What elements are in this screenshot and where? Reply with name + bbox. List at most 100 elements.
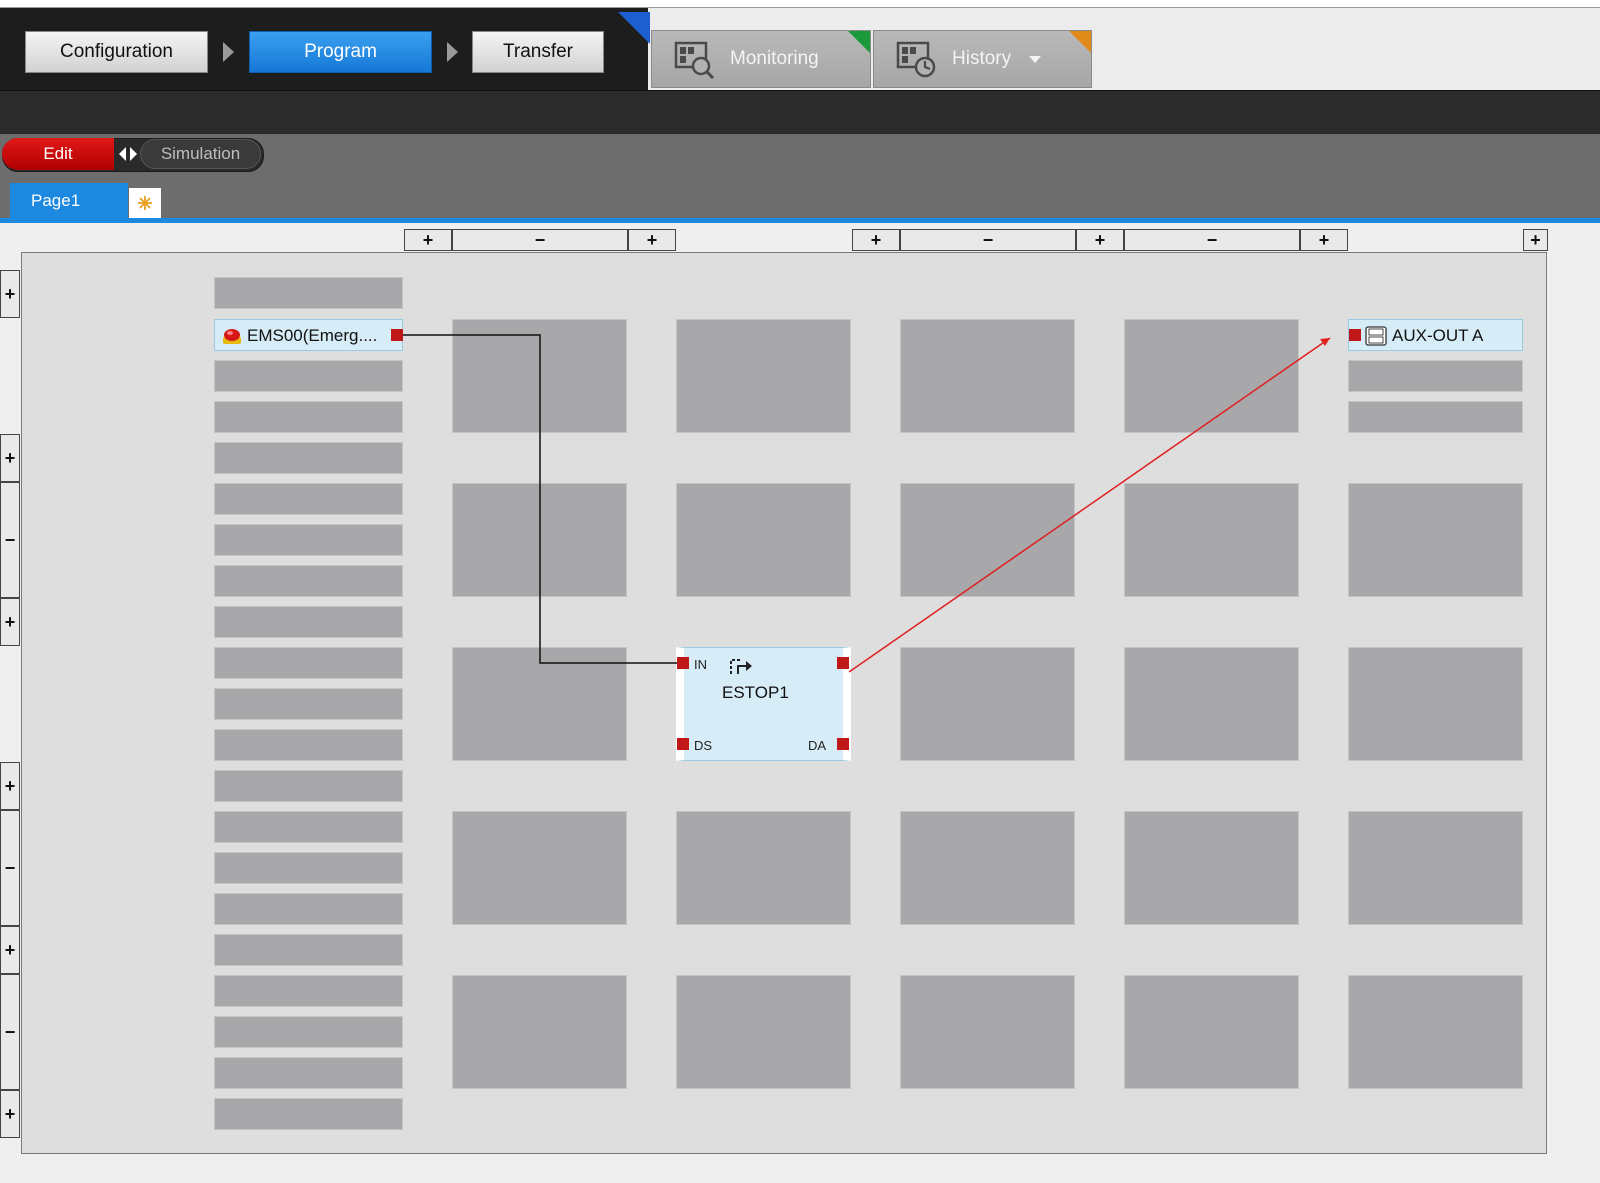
function-slot[interactable] (1348, 975, 1523, 1089)
add-row-button[interactable]: + (0, 598, 20, 646)
remove-row-button[interactable]: − (0, 974, 20, 1090)
edit-mode-button[interactable]: Edit (2, 138, 114, 170)
function-slot[interactable] (676, 811, 851, 925)
input-slot[interactable] (214, 934, 403, 966)
add-row-button[interactable]: + (0, 926, 20, 974)
swap-mode-icon[interactable] (117, 143, 139, 165)
toolbar (0, 90, 1600, 135)
input-block-ems00[interactable]: EMS00(Emerg.... (214, 319, 403, 351)
input-slot[interactable] (214, 442, 403, 474)
monitoring-icon (674, 41, 715, 79)
step-arrow-icon (447, 42, 458, 62)
function-slot[interactable] (900, 647, 1075, 761)
add-row-button[interactable]: + (0, 762, 20, 810)
step-program-button[interactable]: Program (249, 31, 432, 73)
add-row-button[interactable]: + (0, 1090, 20, 1138)
input-slot[interactable] (214, 688, 403, 720)
tab-monitoring-label: Monitoring (730, 48, 819, 69)
add-column-button[interactable]: + (404, 229, 452, 251)
function-slot[interactable] (452, 647, 627, 761)
input-slot[interactable] (214, 770, 403, 802)
function-slot[interactable] (452, 811, 627, 925)
function-slot[interactable] (900, 319, 1075, 433)
add-column-button[interactable]: + (1076, 229, 1124, 251)
tab-page1[interactable]: Page1 (10, 183, 128, 219)
function-slot[interactable] (900, 483, 1075, 597)
tab-monitoring[interactable]: Monitoring (651, 30, 871, 88)
simulation-mode-button[interactable]: Simulation (140, 139, 261, 169)
input-slot[interactable] (214, 524, 403, 556)
function-slot[interactable] (676, 483, 851, 597)
step-transfer-button[interactable]: Transfer (472, 31, 604, 73)
function-slot[interactable] (900, 811, 1075, 925)
add-row-button[interactable]: + (0, 434, 20, 482)
add-column-button[interactable]: + (1523, 229, 1548, 251)
add-row-button[interactable]: + (0, 270, 20, 318)
add-column-button[interactable]: + (628, 229, 676, 251)
function-block-label: ESTOP1 (722, 683, 789, 702)
input-slot[interactable] (214, 811, 403, 843)
function-slot[interactable] (452, 483, 627, 597)
port-label-in: IN (694, 657, 707, 672)
step-arrow-icon (223, 42, 234, 62)
function-input-port-ds[interactable] (677, 738, 689, 750)
chevron-down-icon[interactable] (1029, 55, 1042, 63)
function-block-estop1[interactable]: IN ESTOP1 DS DA (676, 647, 851, 761)
add-page-icon (138, 196, 152, 210)
function-output-port-da[interactable] (837, 738, 849, 750)
input-slot[interactable] (214, 483, 403, 515)
remove-column-button[interactable]: − (452, 229, 628, 251)
workflow-corner-flag (618, 12, 650, 44)
function-block-icon (730, 659, 752, 674)
remove-column-button[interactable]: − (1124, 229, 1300, 251)
input-slot[interactable] (214, 1098, 403, 1130)
output-input-port[interactable] (1349, 329, 1361, 341)
history-icon (896, 41, 936, 78)
function-slot[interactable] (676, 319, 851, 433)
output-slot[interactable] (1348, 401, 1523, 433)
input-slot[interactable] (214, 360, 403, 392)
function-input-port-in[interactable] (677, 657, 689, 669)
input-slot[interactable] (214, 1016, 403, 1048)
function-output-port[interactable] (837, 657, 849, 669)
input-output-port[interactable] (391, 329, 403, 341)
function-slot[interactable] (1124, 647, 1299, 761)
input-slot[interactable] (214, 647, 403, 679)
input-slot[interactable] (214, 729, 403, 761)
function-slot[interactable] (1124, 811, 1299, 925)
input-slot[interactable] (214, 277, 403, 309)
window-top-strip (0, 0, 1600, 8)
add-column-button[interactable]: + (1300, 229, 1348, 251)
input-slot[interactable] (214, 975, 403, 1007)
tab-status-flag (1069, 31, 1091, 53)
remove-row-button[interactable]: − (0, 810, 20, 926)
function-slot[interactable] (452, 319, 627, 433)
emergency-stop-icon (223, 329, 241, 344)
output-block-aux-out-a[interactable]: AUX-OUT A (1348, 319, 1523, 351)
function-slot[interactable] (1348, 811, 1523, 925)
function-slot[interactable] (1124, 975, 1299, 1089)
add-page-button[interactable] (129, 188, 161, 218)
tab-history-label: History (952, 48, 1012, 69)
function-slot[interactable] (1124, 319, 1299, 433)
remove-row-button[interactable]: − (0, 482, 20, 598)
function-slot[interactable] (1124, 483, 1299, 597)
input-slot[interactable] (214, 606, 403, 638)
input-slot[interactable] (214, 401, 403, 433)
function-slot[interactable] (1348, 483, 1523, 597)
add-column-button[interactable]: + (852, 229, 900, 251)
port-label-da: DA (808, 738, 827, 753)
remove-column-button[interactable]: − (900, 229, 1076, 251)
function-slot[interactable] (676, 975, 851, 1089)
tab-status-flag (848, 31, 870, 53)
input-slot[interactable] (214, 1057, 403, 1089)
function-slot[interactable] (452, 975, 627, 1089)
function-slot[interactable] (1348, 647, 1523, 761)
input-slot[interactable] (214, 893, 403, 925)
input-slot[interactable] (214, 565, 403, 597)
function-slot[interactable] (900, 975, 1075, 1089)
step-configuration-button[interactable]: Configuration (25, 31, 208, 73)
tab-history[interactable]: History (873, 30, 1092, 88)
input-slot[interactable] (214, 852, 403, 884)
output-slot[interactable] (1348, 360, 1523, 392)
